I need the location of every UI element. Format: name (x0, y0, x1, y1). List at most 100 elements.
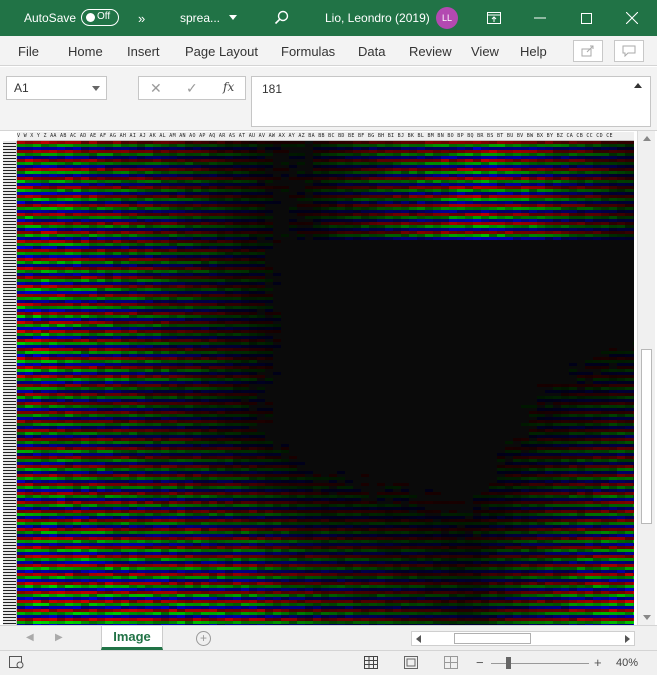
tab-view[interactable]: View (471, 36, 499, 66)
image-cell (385, 192, 393, 195)
close-icon[interactable] (612, 0, 652, 36)
image-cell (249, 168, 257, 171)
image-cell (297, 162, 305, 165)
image-cell (65, 315, 73, 318)
image-cell (569, 408, 577, 411)
image-cell (241, 366, 249, 369)
image-cell (161, 192, 169, 195)
tab-insert[interactable]: Insert (127, 36, 160, 66)
image-cell (121, 414, 129, 417)
cell-area[interactable] (17, 141, 634, 625)
image-cell (233, 297, 241, 300)
image-cell (553, 177, 561, 180)
image-cell (33, 195, 41, 198)
image-cell (249, 336, 257, 339)
image-cell (105, 435, 113, 438)
image-cell (561, 234, 569, 237)
comments-icon[interactable] (614, 40, 644, 62)
image-cell (233, 231, 241, 234)
image-cell (89, 303, 97, 306)
name-box[interactable]: A1 (6, 76, 107, 100)
tab-formulas[interactable]: Formulas (281, 36, 335, 66)
tab-home[interactable]: Home (68, 36, 103, 66)
image-cell (217, 219, 225, 222)
image-cell (57, 159, 65, 162)
image-cell (113, 399, 121, 402)
image-cell (169, 246, 177, 249)
column-headers[interactable]: V W X Y Z AA AB AC AD AE AF AG AH AI AJ … (17, 132, 634, 141)
image-cell (145, 252, 153, 255)
image-cell (529, 192, 537, 195)
image-cell (625, 369, 633, 372)
image-cell (329, 156, 337, 159)
image-cell (233, 213, 241, 216)
title-dropdown-icon[interactable] (229, 0, 237, 36)
image-cell (113, 249, 121, 252)
image-cell (633, 411, 634, 414)
image-cell (313, 183, 321, 186)
image-cell (593, 417, 601, 420)
image-cell (73, 342, 81, 345)
image-cell (257, 294, 265, 297)
image-cell (113, 423, 121, 426)
name-box-dropdown-icon[interactable] (92, 86, 100, 91)
image-cell (417, 147, 425, 150)
image-cell (209, 300, 217, 303)
enter-icon[interactable]: ✓ (186, 80, 198, 97)
image-cell (161, 159, 169, 162)
qat-overflow-button[interactable]: » (138, 0, 145, 36)
image-cell (193, 141, 201, 144)
image-cell (633, 225, 634, 228)
avatar[interactable]: LL (436, 7, 458, 29)
insert-function-icon[interactable]: fx (223, 80, 234, 94)
image-cell (353, 159, 361, 162)
image-cell (585, 174, 593, 177)
tab-review[interactable]: Review (409, 36, 452, 66)
image-cell (177, 390, 185, 393)
row-headers[interactable] (3, 141, 17, 625)
image-cell (217, 213, 225, 216)
maximize-icon[interactable] (566, 0, 606, 36)
image-cell (193, 207, 201, 210)
image-cell (89, 213, 97, 216)
image-cell (329, 189, 337, 192)
image-cell (593, 150, 601, 153)
image-cell (257, 369, 265, 372)
image-cell (401, 222, 409, 225)
image-cell (161, 366, 169, 369)
image-cell (521, 207, 529, 210)
cancel-icon[interactable]: ✕ (150, 80, 162, 97)
document-title[interactable]: sprea... (180, 0, 220, 36)
image-cell (217, 168, 225, 171)
tab-help[interactable]: Help (520, 36, 547, 66)
image-cell (73, 153, 81, 156)
image-cell (105, 279, 113, 282)
tab-file[interactable]: File (18, 36, 39, 66)
image-cell (153, 156, 161, 159)
tab-page-layout[interactable]: Page Layout (185, 36, 258, 66)
image-cell (17, 357, 25, 360)
account-name[interactable]: Lio, Leondro (2019) (325, 0, 430, 36)
image-cell (81, 255, 89, 258)
image-cell (89, 144, 97, 147)
image-cell (65, 348, 73, 351)
image-cell (217, 399, 225, 402)
image-cell (601, 378, 609, 381)
image-cell (481, 201, 489, 204)
image-cell (121, 324, 129, 327)
ribbon-display-options-icon[interactable] (474, 0, 514, 36)
image-cell (513, 189, 521, 192)
image-cell (17, 267, 25, 270)
search-icon[interactable] (274, 0, 290, 36)
image-cell (17, 375, 25, 378)
image-cell (25, 393, 33, 396)
share-icon[interactable] (573, 40, 603, 62)
formula-input[interactable]: 181 (251, 76, 651, 127)
minimize-icon[interactable] (520, 0, 560, 36)
image-cell (625, 429, 633, 432)
autosave-toggle[interactable]: Off (81, 9, 119, 26)
collapse-formula-bar-icon[interactable] (634, 83, 642, 88)
image-cell (265, 312, 273, 315)
tab-data[interactable]: Data (358, 36, 385, 66)
image-cell (313, 147, 321, 150)
